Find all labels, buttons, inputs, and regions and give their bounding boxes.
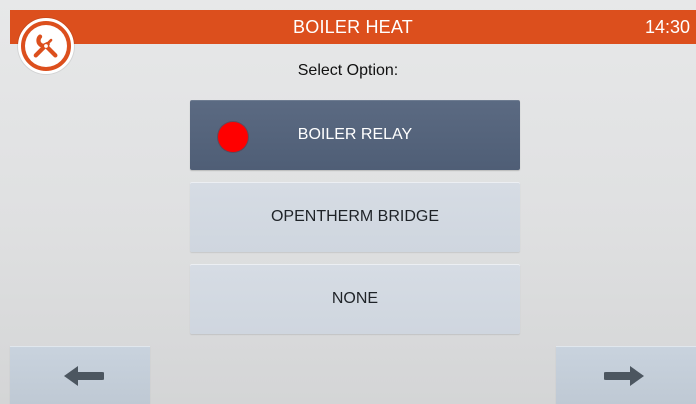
- boiler-heat-screen: BOILER HEAT 14:30 Select Option: BOILER …: [0, 0, 696, 404]
- option-label: BOILER RELAY: [297, 126, 413, 143]
- clock-time: 14:30: [644, 17, 690, 37]
- arrow-left-icon: [64, 366, 104, 386]
- page-title: BOILER HEAT: [293, 17, 413, 37]
- back-button[interactable]: [10, 346, 150, 404]
- next-button[interactable]: [556, 346, 696, 404]
- option-opentherm-bridge[interactable]: OPENTHERM BRIDGE: [190, 182, 520, 252]
- selected-indicator-dot: [218, 122, 248, 152]
- option-label: OPENTHERM BRIDGE: [270, 208, 439, 225]
- option-boiler-relay[interactable]: BOILER RELAY: [190, 100, 520, 170]
- header-bar: BOILER HEAT 14:30: [10, 10, 696, 44]
- arrow-right-icon: [604, 366, 644, 386]
- option-none[interactable]: NONE: [190, 264, 520, 334]
- option-label: NONE: [331, 290, 379, 307]
- wrench-screwdriver-icon: [33, 34, 58, 58]
- prompt-text: Select Option:: [297, 62, 399, 79]
